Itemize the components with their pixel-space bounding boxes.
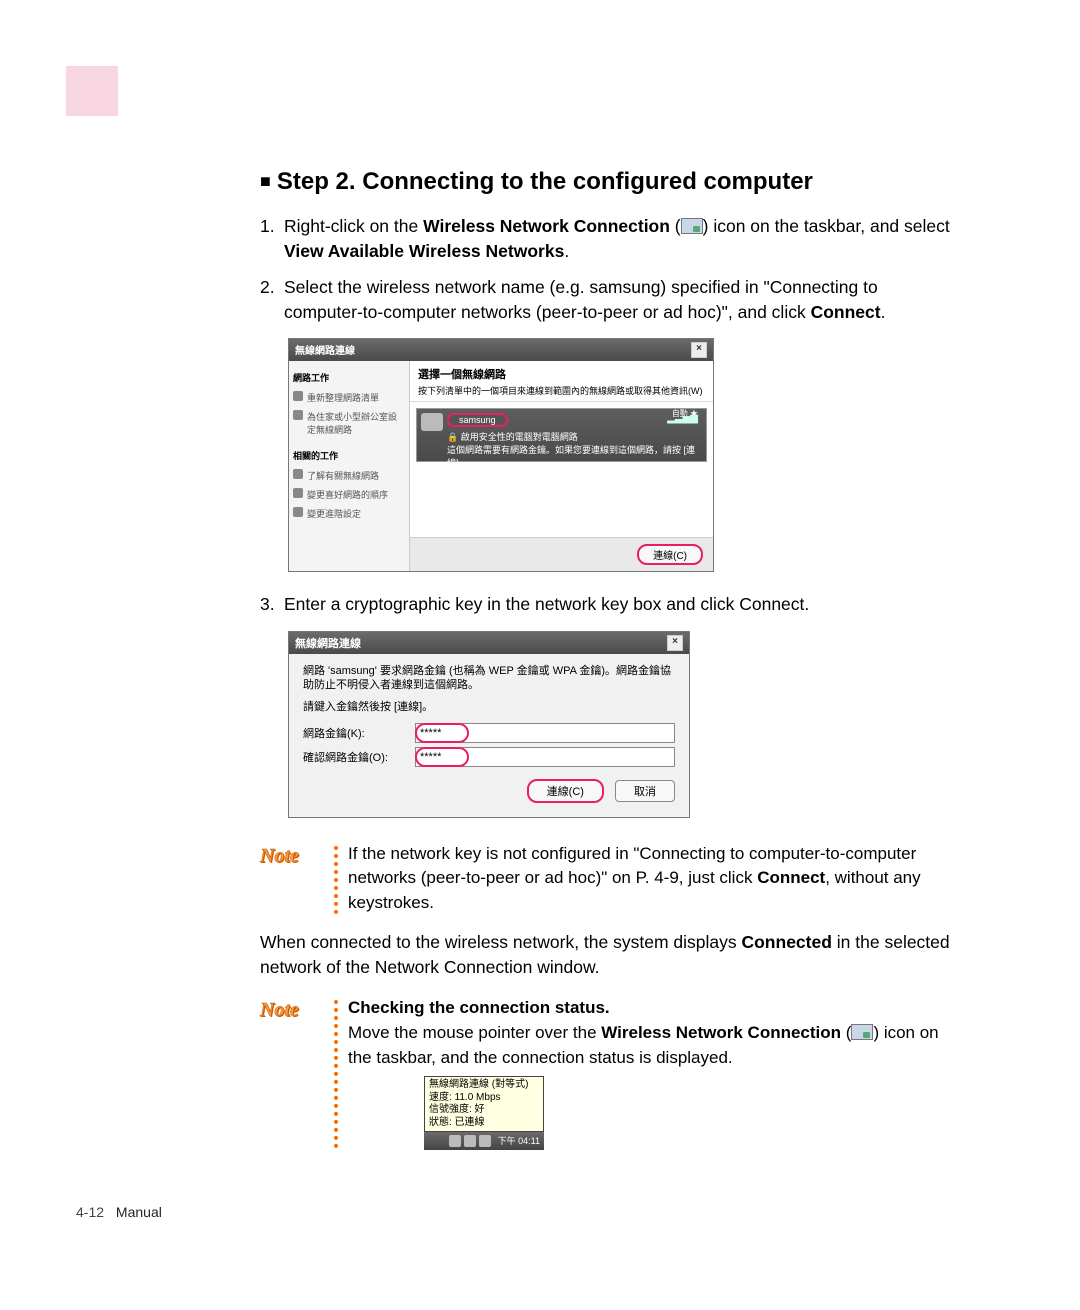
highlight-oval: [415, 747, 469, 767]
sidebar-item[interactable]: 為住家或小型辦公室設定無線網路: [293, 407, 405, 439]
note-1-text: If the network key is not configured in …: [348, 842, 960, 916]
tray-icon[interactable]: [479, 1135, 491, 1147]
key-label: 網路金鑰(K):: [303, 725, 415, 741]
dialog-buttons: 連線(C) 取消: [303, 779, 675, 803]
tooltip-line: 狀態: 已連線: [429, 1117, 539, 1130]
sidebar-header-2: 相關的工作: [293, 449, 405, 462]
note-label: Note: [260, 996, 330, 1150]
network-name-highlight: samsung: [447, 413, 508, 427]
footer-label: Manual: [116, 1204, 162, 1220]
highlight-oval: [415, 723, 469, 743]
confirm-key-label: 確認網路金鑰(O):: [303, 749, 415, 765]
step-3-text: Enter a cryptographic key in the network…: [284, 592, 960, 617]
note-2-text: Checking the connection status. Move the…: [348, 996, 960, 1150]
tooltip-line: 信號強度: 好: [429, 1104, 539, 1117]
page-number: 4-12: [76, 1204, 104, 1220]
step-1-number: 1.: [260, 214, 284, 265]
dialog-titlebar: 無線網路連線 ×: [289, 632, 689, 654]
step-1-text: Right-click on the Wireless Network Conn…: [284, 214, 960, 265]
step-2: 2. Select the wireless network name (e.g…: [260, 275, 960, 326]
taskbar-tooltip-screenshot: 無線網路連線 (對等式) 速度: 11.0 Mbps 信號強度: 好 狀態: 已…: [424, 1076, 544, 1150]
connect-button[interactable]: 連線(C): [637, 544, 703, 565]
sidebar: 網路工作 重新整理網路清單 為住家或小型辦公室設定無線網路 相關的工作 了解有關…: [289, 361, 410, 571]
dialog-message: 網路 'samsung' 要求網路金鑰 (也稱為 WEP 金鑰或 WPA 金鑰)…: [303, 664, 675, 693]
system-tray: 下午 04:11: [424, 1132, 544, 1150]
sidebar-item[interactable]: 變更進階設定: [293, 504, 405, 523]
note-dots: [330, 996, 348, 1150]
step-3-number: 3.: [260, 592, 284, 617]
tooltip-line: 無線網路連線 (對等式): [429, 1079, 539, 1092]
step-heading: ■ Step 2. Connecting to the configured co…: [260, 168, 960, 196]
wireless-tray-icon[interactable]: [449, 1135, 461, 1147]
tray-clock: 下午 04:11: [498, 1135, 540, 1148]
network-security-line: 🔒 啟用安全性的電腦對電腦網路: [447, 430, 700, 443]
step-1: 1. Right-click on the Wireless Network C…: [260, 214, 960, 265]
heading-text: Step 2. Connecting to the configured com…: [277, 168, 813, 195]
step-2-text: Select the wireless network name (e.g. s…: [284, 275, 960, 326]
tooltip-line: 速度: 11.0 Mbps: [429, 1092, 539, 1105]
dialog-titlebar: 無線網路連線 ×: [289, 339, 713, 361]
page-footer: 4-12 Manual: [76, 1204, 162, 1220]
sidebar-item[interactable]: 了解有關無線網路: [293, 466, 405, 485]
dialog-footer: 連線(C): [410, 537, 713, 571]
note-block-1: Note If the network key is not configure…: [260, 842, 960, 916]
close-icon[interactable]: ×: [691, 342, 707, 358]
network-key-dialog: 無線網路連線 × 網路 'samsung' 要求網路金鑰 (也稱為 WEP 金鑰…: [288, 631, 690, 818]
tooltip-box: 無線網路連線 (對等式) 速度: 11.0 Mbps 信號強度: 好 狀態: 已…: [424, 1076, 544, 1132]
step-2-number: 2.: [260, 275, 284, 326]
confirm-key-row: 確認網路金鑰(O):: [303, 747, 675, 767]
dialog-title: 無線網路連線: [295, 635, 361, 651]
note-dots: [330, 842, 348, 916]
network-row[interactable]: 自動 ★ samsung ▂▃▅▆ 🔒 啟用安全性的電腦對電腦網路 這個網路需要…: [416, 408, 707, 462]
tray-icon[interactable]: [464, 1135, 476, 1147]
network-hint-line: 這個網路需要有網路金鑰。如果您要連線到這個網路，請按 [連線]。: [447, 443, 700, 469]
cancel-button[interactable]: 取消: [615, 780, 675, 802]
close-icon[interactable]: ×: [667, 635, 683, 651]
wireless-list-screenshot: 無線網路連線 × 網路工作 重新整理網路清單 為住家或小型辦公室設定無線網路 相…: [288, 338, 714, 572]
note-block-2: Note Checking the connection status. Mov…: [260, 996, 960, 1150]
key-row: 網路金鑰(K):: [303, 723, 675, 743]
sidebar-item[interactable]: 重新整理網路清單: [293, 388, 405, 407]
connected-paragraph: When connected to the wireless network, …: [260, 930, 960, 981]
panel-subtext: 按下列清單中的一個項目來連線到範圍內的無線網路或取得其他資訊(W): [410, 384, 713, 402]
dialog-instruction: 請鍵入金鑰然後按 [連線]。: [303, 700, 675, 714]
panel-heading: 選擇一個無線網路: [410, 361, 713, 384]
wireless-connection-icon: [851, 1024, 873, 1040]
note-label: Note: [260, 842, 330, 916]
note-2-heading: Checking the connection status.: [348, 998, 610, 1017]
dialog-title: 無線網路連線: [295, 342, 355, 357]
sidebar-item[interactable]: 變更喜好網路的順序: [293, 485, 405, 504]
signal-bars-icon: ▂▃▅▆: [667, 413, 698, 424]
main-content: ■ Step 2. Connecting to the configured co…: [260, 168, 960, 1164]
connect-button[interactable]: 連線(C): [527, 779, 604, 803]
wireless-connection-icon: [681, 218, 703, 234]
sidebar-header-1: 網路工作: [293, 371, 405, 384]
network-list-panel: 選擇一個無線網路 按下列清單中的一個項目來連線到範圍內的無線網路或取得其他資訊(…: [410, 361, 713, 571]
margin-accent: [66, 66, 118, 116]
bullet-square: ■: [260, 171, 271, 191]
step-3: 3. Enter a cryptographic key in the netw…: [260, 592, 960, 617]
